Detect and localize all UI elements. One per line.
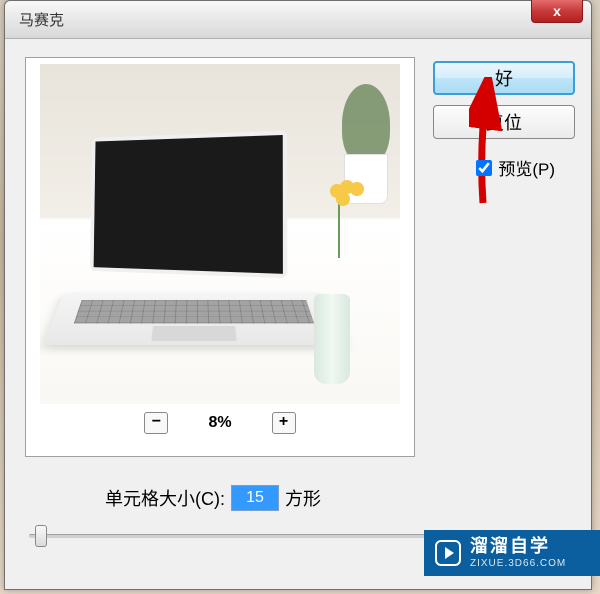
play-icon <box>434 539 462 567</box>
dialog-body: − 8% + 好 复位 预览(P) 单元格大小(C): 方形 <box>5 39 591 589</box>
zoom-in-button[interactable]: + <box>272 412 296 434</box>
watermark: 溜溜自学 ZIXUE.3D66.COM <box>424 530 600 576</box>
cellsize-label: 单元格大小(C): <box>105 485 225 511</box>
mosaic-dialog: 马赛克 x − 8% + <box>4 0 592 590</box>
cellsize-input[interactable] <box>231 485 279 511</box>
cellsize-row: 单元格大小(C): 方形 <box>105 485 321 511</box>
annotation-arrow-icon <box>469 77 509 207</box>
close-button[interactable]: x <box>531 0 583 23</box>
zoom-controls: − 8% + <box>26 412 414 434</box>
preview-checkbox-row[interactable]: 预览(P) <box>476 155 555 180</box>
flower-decoration <box>330 184 344 198</box>
close-icon: x <box>553 3 561 19</box>
titlebar[interactable]: 马赛克 x <box>5 1 591 39</box>
preview-checkbox-label: 预览(P) <box>498 155 555 180</box>
cellsize-slider-thumb[interactable] <box>35 525 47 547</box>
watermark-url: ZIXUE.3D66.COM <box>470 558 566 570</box>
watermark-title: 溜溜自学 <box>470 536 566 558</box>
ok-button[interactable]: 好 <box>433 61 575 95</box>
reset-button[interactable]: 复位 <box>433 105 575 139</box>
preview-checkbox[interactable] <box>476 160 492 176</box>
cellsize-unit: 方形 <box>285 485 321 511</box>
plant-decoration <box>336 84 396 204</box>
zoom-out-button[interactable]: − <box>144 412 168 434</box>
vase-decoration <box>314 294 350 384</box>
preview-panel: − 8% + <box>25 57 415 457</box>
preview-image[interactable] <box>40 64 400 404</box>
laptop-graphic <box>54 134 324 354</box>
zoom-level-label: 8% <box>208 414 231 432</box>
dialog-title: 马赛克 <box>19 9 64 30</box>
